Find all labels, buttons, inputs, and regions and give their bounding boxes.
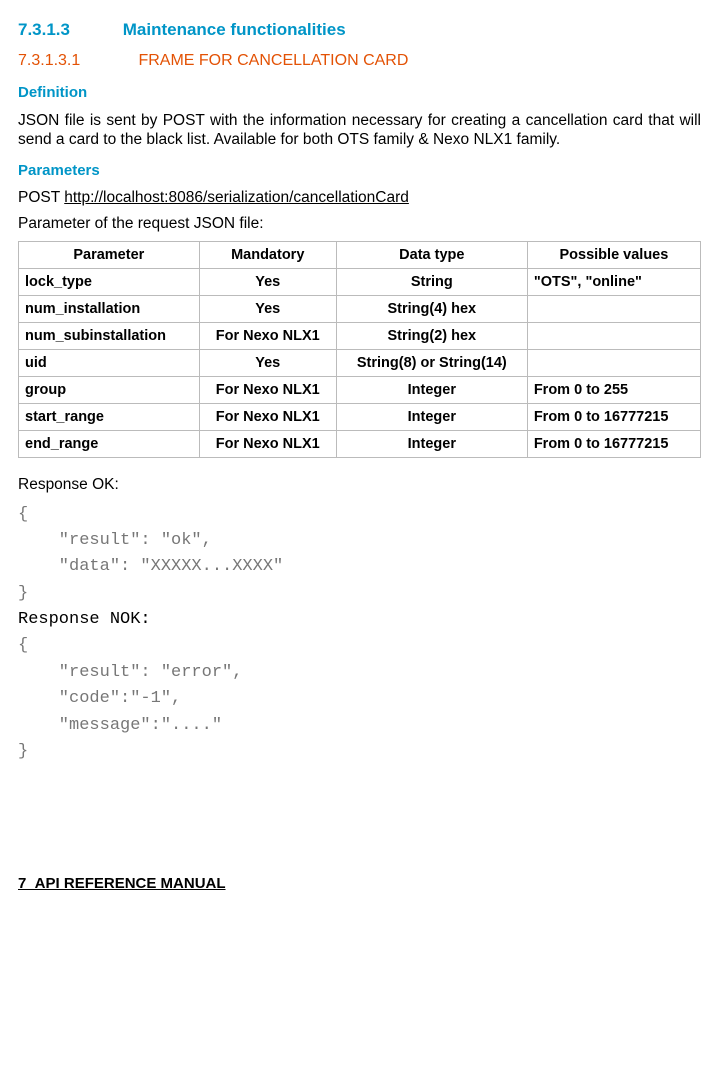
table-row: num_installationYesString(4) hex <box>19 295 701 322</box>
subsection-number: 7.3.1.3.1 <box>18 52 134 70</box>
parameters-heading: Parameters <box>18 162 701 179</box>
table-row: groupFor Nexo NLX1IntegerFrom 0 to 255 <box>19 376 701 403</box>
code-line: { <box>18 505 28 524</box>
response-ok-label: Response OK: <box>18 476 701 494</box>
table-cell: For Nexo NLX1 <box>199 430 336 457</box>
table-cell: For Nexo NLX1 <box>199 403 336 430</box>
table-row: end_rangeFor Nexo NLX1IntegerFrom 0 to 1… <box>19 430 701 457</box>
table-row: num_subinstallationFor Nexo NLX1String(2… <box>19 322 701 349</box>
table-cell: "OTS", "online" <box>527 268 700 295</box>
col-datatype: Data type <box>336 241 527 268</box>
table-row: start_rangeFor Nexo NLX1IntegerFrom 0 to… <box>19 403 701 430</box>
code-line: "message":"...." <box>18 716 222 735</box>
table-cell: From 0 to 255 <box>527 376 700 403</box>
table-cell: num_installation <box>19 295 200 322</box>
table-cell: Yes <box>199 295 336 322</box>
section-heading-3: 7.3.1.3 Maintenance functionalities <box>18 20 701 40</box>
code-block-ok: { "result": "ok", "data": "XXXXX...XXXX"… <box>18 502 701 765</box>
table-cell: Integer <box>336 430 527 457</box>
code-line: "data": "XXXXX...XXXX" <box>18 557 283 576</box>
table-cell: Yes <box>199 349 336 376</box>
param-request-label: Parameter of the request JSON file: <box>18 215 701 233</box>
post-endpoint-line: POST http://localhost:8086/serialization… <box>18 189 701 207</box>
table-cell: Yes <box>199 268 336 295</box>
table-cell <box>527 322 700 349</box>
table-row: uidYesString(8) or String(14) <box>19 349 701 376</box>
table-cell: For Nexo NLX1 <box>199 376 336 403</box>
table-cell: String <box>336 268 527 295</box>
subsection-title: FRAME FOR CANCELLATION CARD <box>138 52 408 69</box>
code-line: { <box>18 636 28 655</box>
table-cell <box>527 349 700 376</box>
table-cell: String(2) hex <box>336 322 527 349</box>
table-cell: lock_type <box>19 268 200 295</box>
section-heading-4: 7.3.1.3.1 FRAME FOR CANCELLATION CARD <box>18 52 701 70</box>
code-line: } <box>18 742 28 761</box>
post-label: POST <box>18 189 64 206</box>
code-line: } <box>18 584 28 603</box>
table-cell: String(8) or String(14) <box>336 349 527 376</box>
table-cell: For Nexo NLX1 <box>199 322 336 349</box>
table-cell: uid <box>19 349 200 376</box>
table-cell <box>527 295 700 322</box>
table-cell: start_range <box>19 403 200 430</box>
table-header-row: Parameter Mandatory Data type Possible v… <box>19 241 701 268</box>
col-parameter: Parameter <box>19 241 200 268</box>
parameters-table: Parameter Mandatory Data type Possible v… <box>18 241 701 458</box>
section-title: Maintenance functionalities <box>123 20 346 39</box>
table-cell: end_range <box>19 430 200 457</box>
code-line: "code":"-1", <box>18 689 181 708</box>
footer-title: 7_API REFERENCE MANUAL <box>18 875 701 892</box>
col-mandatory: Mandatory <box>199 241 336 268</box>
table-cell: From 0 to 16777215 <box>527 430 700 457</box>
definition-heading: Definition <box>18 84 701 101</box>
code-line: "result": "ok", <box>18 531 212 550</box>
col-possible: Possible values <box>527 241 700 268</box>
section-number: 7.3.1.3 <box>18 20 118 40</box>
code-line: "result": "error", <box>18 663 242 682</box>
table-cell: num_subinstallation <box>19 322 200 349</box>
table-cell: Integer <box>336 403 527 430</box>
table-cell: From 0 to 16777215 <box>527 403 700 430</box>
post-url: http://localhost:8086/serialization/canc… <box>64 189 409 206</box>
definition-text: JSON file is sent by POST with the infor… <box>18 111 701 150</box>
table-cell: String(4) hex <box>336 295 527 322</box>
table-cell: group <box>19 376 200 403</box>
table-cell: Integer <box>336 376 527 403</box>
response-nok-label: Response NOK: <box>18 610 151 629</box>
table-row: lock_typeYesString"OTS", "online" <box>19 268 701 295</box>
